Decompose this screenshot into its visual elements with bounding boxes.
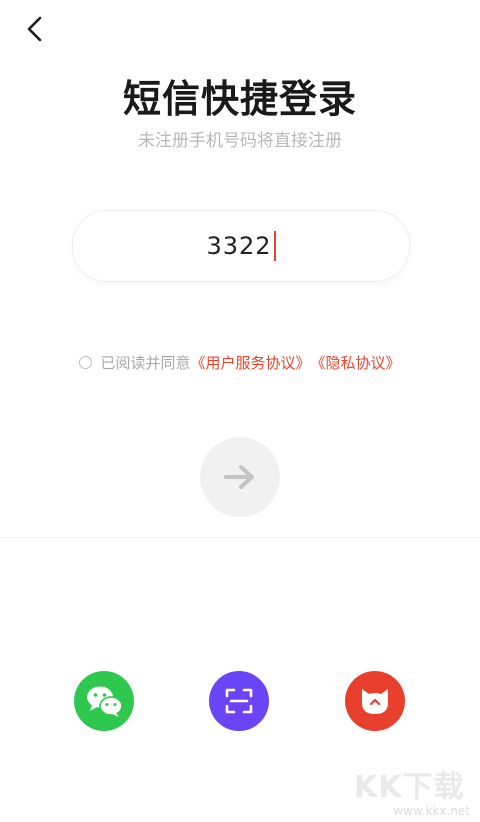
phone-input-value: 3322: [206, 232, 272, 260]
user-agreement-link[interactable]: 《用户服务协议》: [190, 352, 310, 373]
phone-input[interactable]: 3322: [72, 210, 410, 282]
arrow-right-icon: [224, 465, 254, 489]
page-subtitle: 未注册手机号码将直接注册: [138, 131, 342, 151]
chevron-left-icon: [27, 16, 42, 42]
wechat-icon: [87, 686, 123, 717]
agreement-row: 已阅读并同意 《用户服务协议》 《隐私协议》: [0, 352, 480, 373]
text-caret: [273, 231, 276, 261]
scan-login-button[interactable]: [209, 671, 269, 731]
scan-icon: [225, 688, 253, 714]
section-divider: [0, 537, 480, 538]
cat-icon: [362, 689, 388, 714]
wechat-login-button[interactable]: [74, 671, 134, 731]
next-button[interactable]: [200, 437, 280, 517]
watermark: KK下载 www.kkx.net: [354, 760, 474, 818]
watermark-mark: KK下载: [354, 770, 465, 805]
page-title: 短信快捷登录: [122, 77, 357, 121]
back-button[interactable]: [18, 12, 52, 46]
cat-login-button[interactable]: [345, 671, 405, 731]
privacy-policy-link[interactable]: 《隐私协议》: [311, 352, 401, 373]
login-screen: 短信快捷登录 未注册手机号码将直接注册 3322 已阅读并同意 《用户服务协议》…: [0, 0, 480, 822]
agree-radio[interactable]: [79, 356, 93, 369]
agreement-prefix: 已阅读并同意: [100, 354, 191, 372]
watermark-url: www.kkx.net: [393, 804, 470, 818]
